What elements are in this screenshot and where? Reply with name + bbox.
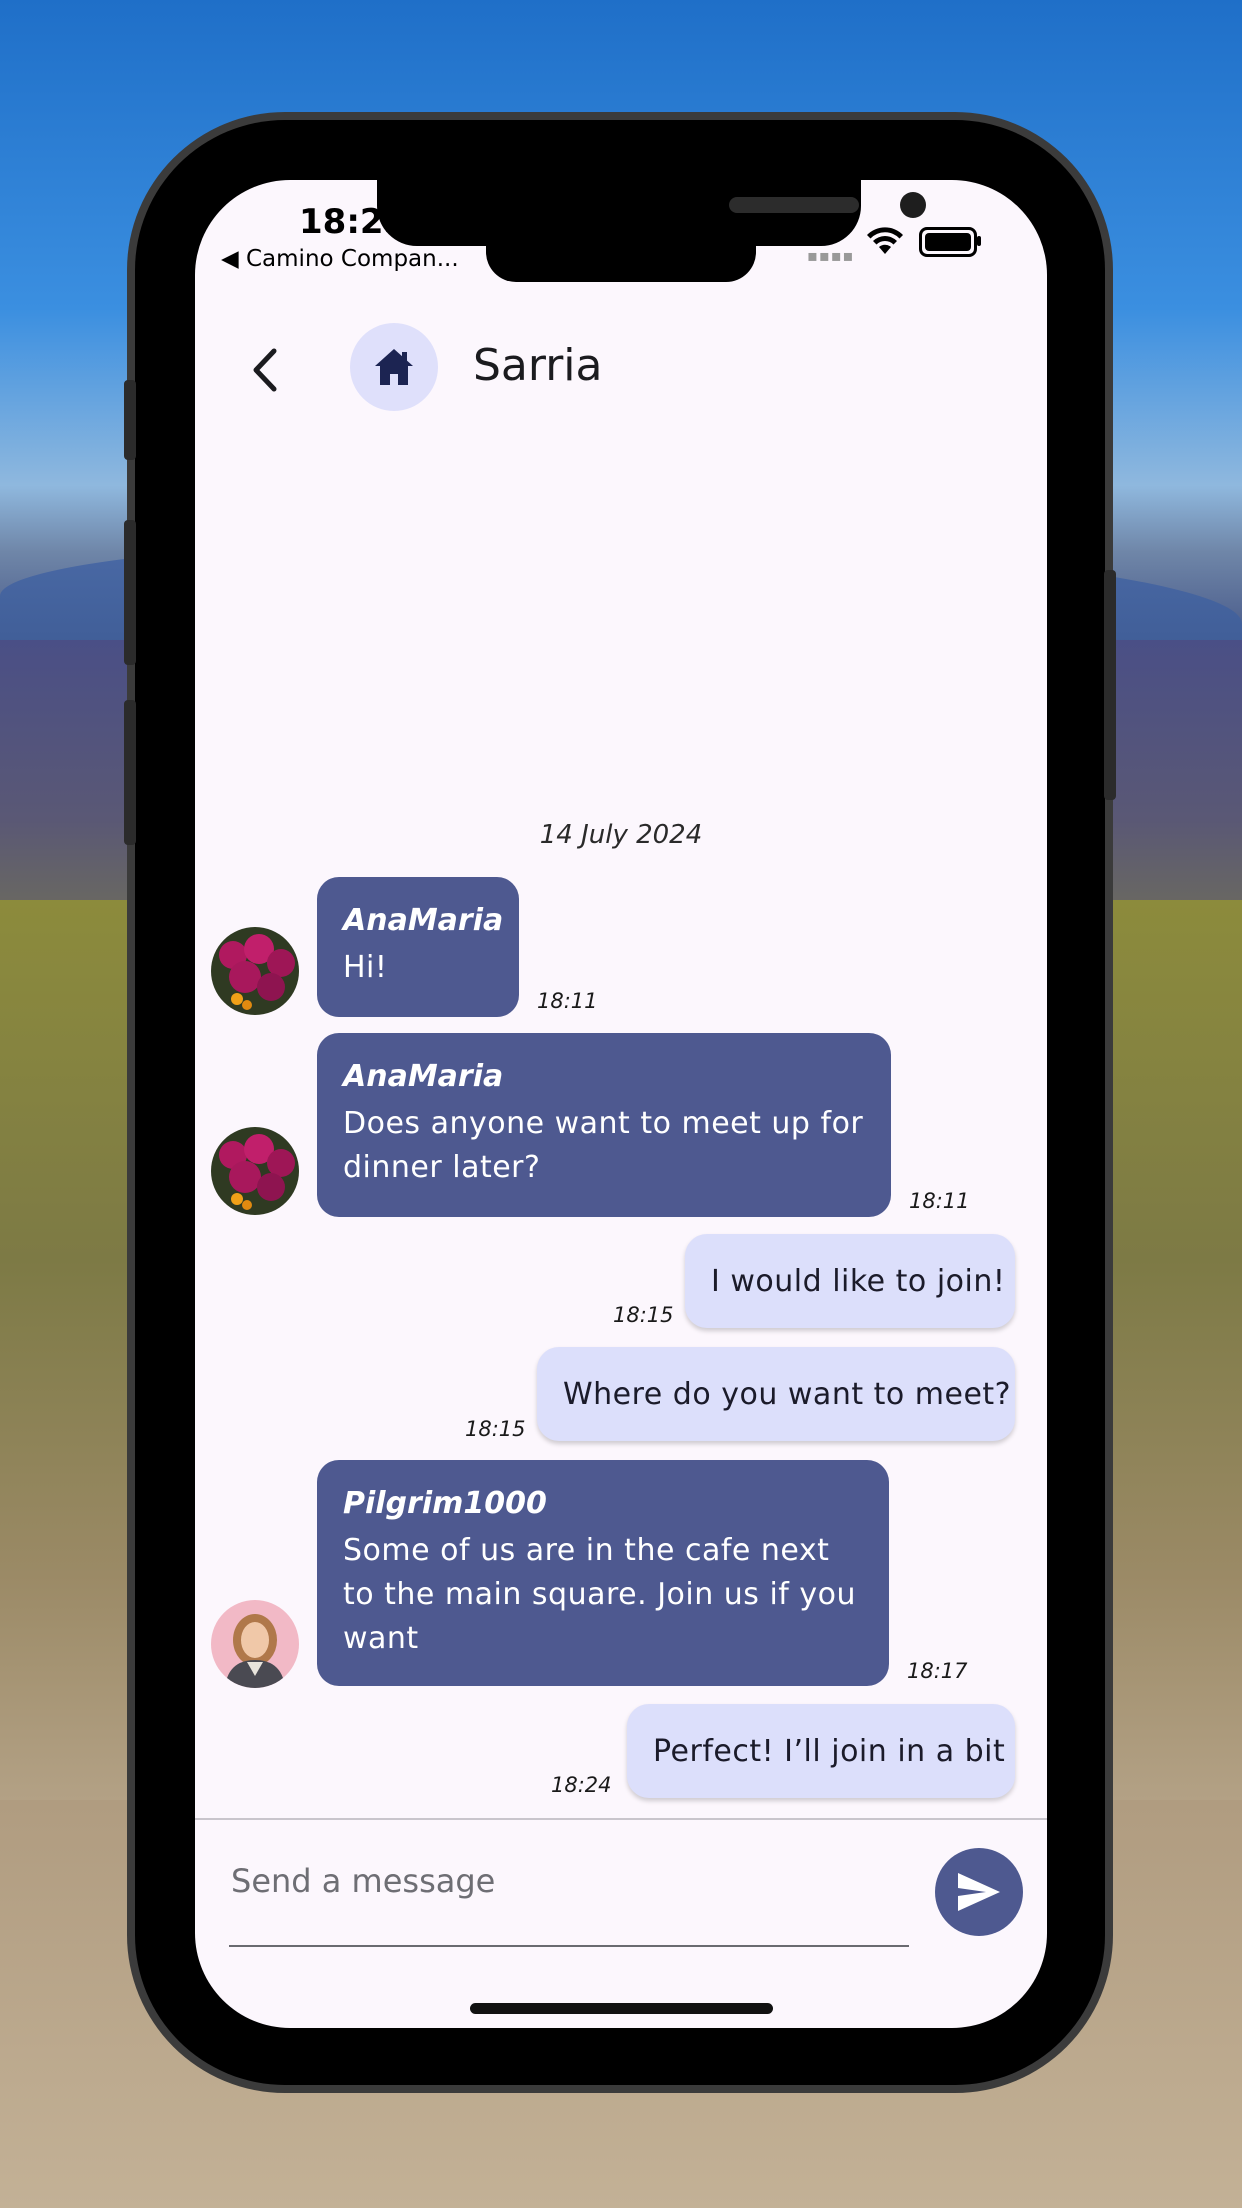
back-button[interactable]: [235, 340, 295, 400]
date-separator: 14 July 2024: [539, 820, 703, 850]
incoming-message[interactable]: Pilgrim1000 Some of us are in the cafe n…: [317, 1460, 889, 1686]
send-icon: [958, 1873, 1000, 1911]
incoming-message[interactable]: AnaMaria Hi!: [317, 877, 519, 1017]
message-input[interactable]: [229, 1845, 913, 1917]
flowers-avatar-icon: [211, 927, 299, 1015]
wifi-icon: [867, 227, 903, 254]
outgoing-message[interactable]: I would like to join!: [685, 1234, 1015, 1328]
message-sender: AnaMaria: [343, 1059, 504, 1094]
chat-title: Sarria: [473, 340, 603, 391]
flowers-avatar-icon: [211, 1127, 299, 1215]
outgoing-message[interactable]: Where do you want to meet?: [537, 1347, 1015, 1441]
message-time: 18:24: [551, 1773, 612, 1797]
sender-avatar[interactable]: [211, 1127, 299, 1215]
phone-notch: [377, 180, 926, 246]
message-text: Some of us are in the cafe next to the m…: [343, 1533, 857, 1656]
speaker-grille: [729, 197, 859, 213]
outgoing-message[interactable]: Perfect! I’ll join in a bit: [627, 1704, 1015, 1798]
home-indicator[interactable]: [470, 2003, 773, 2014]
phone-side-button: [124, 380, 136, 460]
battery-icon: [919, 227, 977, 257]
message-text: Where do you want to meet?: [563, 1376, 1012, 1412]
phone-side-button: [124, 700, 136, 845]
message-text: I would like to join!: [711, 1263, 1006, 1299]
sender-avatar[interactable]: [211, 927, 299, 1015]
phone-power-button: [1104, 570, 1116, 800]
message-sender: AnaMaria: [343, 903, 504, 938]
message-time: 18:15: [465, 1417, 526, 1441]
battery-tip: [977, 236, 981, 246]
phone-side-button: [124, 520, 136, 665]
message-input-container: [229, 1845, 913, 1947]
composer-divider: [195, 1818, 1047, 1820]
message-sender: Pilgrim1000: [343, 1486, 547, 1521]
group-avatar[interactable]: [350, 323, 438, 411]
send-button[interactable]: [935, 1848, 1023, 1936]
incoming-message[interactable]: AnaMaria Does anyone want to meet up for…: [317, 1033, 891, 1217]
dynamic-island: [486, 240, 756, 282]
message-time: 18:11: [537, 989, 598, 1013]
woman-avatar-icon: [211, 1600, 299, 1688]
message-text: Does anyone want to meet up for dinner l…: [343, 1106, 864, 1185]
back-to-app-link[interactable]: ◀ Camino Compan...: [221, 246, 459, 272]
front-camera: [900, 192, 926, 218]
home-icon: [375, 349, 413, 385]
app-screen: 18:25 ◀ Camino Compan... ▪▪▪▪ Sarria 14 …: [195, 180, 1047, 2028]
message-text: Hi!: [343, 950, 388, 985]
sender-avatar[interactable]: [211, 1600, 299, 1688]
message-text: Perfect! I’ll join in a bit: [653, 1733, 1006, 1769]
chevron-left-icon: [253, 348, 277, 392]
message-time: 18:17: [907, 1659, 968, 1683]
message-time: 18:11: [909, 1189, 970, 1213]
message-time: 18:15: [613, 1303, 674, 1327]
signal-icon: ▪▪▪▪: [807, 246, 855, 265]
